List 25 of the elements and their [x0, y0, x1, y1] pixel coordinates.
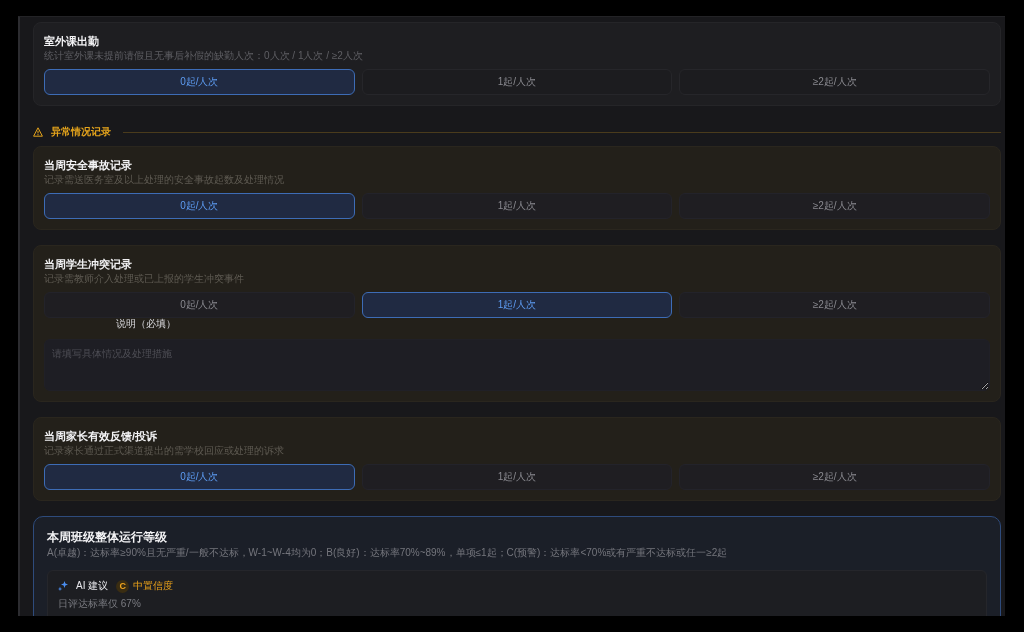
option-button[interactable]: 0起/人次 [44, 292, 355, 318]
option-button[interactable]: ≥2起/人次 [679, 464, 990, 490]
ai-suggestion-label: AI 建议 [76, 580, 109, 592]
sparkle-icon [58, 581, 68, 591]
note-label: 说明（必填） [115, 318, 177, 330]
ai-summary-text: 日评达标率仅 67% [58, 598, 142, 610]
card-title: 室外课出勤 [44, 34, 100, 48]
grade-title: 本周班级整体运行等级 [47, 529, 168, 545]
option-button[interactable]: 1起/人次 [361, 292, 673, 318]
option-button[interactable]: ≥2起/人次 [679, 193, 990, 219]
card-title: 当周学生冲突记录 [44, 257, 133, 271]
confidence-label: 中置信度 [133, 580, 174, 592]
option-button[interactable]: 1起/人次 [361, 464, 673, 490]
section-heading: 异常情况记录 [51, 126, 111, 138]
warning-icon [33, 127, 43, 137]
card-title: 当周安全事故记录 [44, 158, 133, 172]
option-button[interactable]: 0起/人次 [44, 464, 355, 490]
option-button[interactable]: 0起/人次 [44, 69, 355, 95]
option-button[interactable]: ≥2起/人次 [679, 69, 990, 95]
grade-badge: C [116, 579, 130, 593]
card-title: 当周家长有效反馈/投诉 [44, 429, 159, 443]
option-button[interactable]: 0起/人次 [44, 193, 355, 219]
option-button[interactable]: 1起/人次 [361, 69, 673, 95]
option-button[interactable]: ≥2起/人次 [679, 292, 990, 318]
option-button[interactable]: 1起/人次 [361, 193, 673, 219]
